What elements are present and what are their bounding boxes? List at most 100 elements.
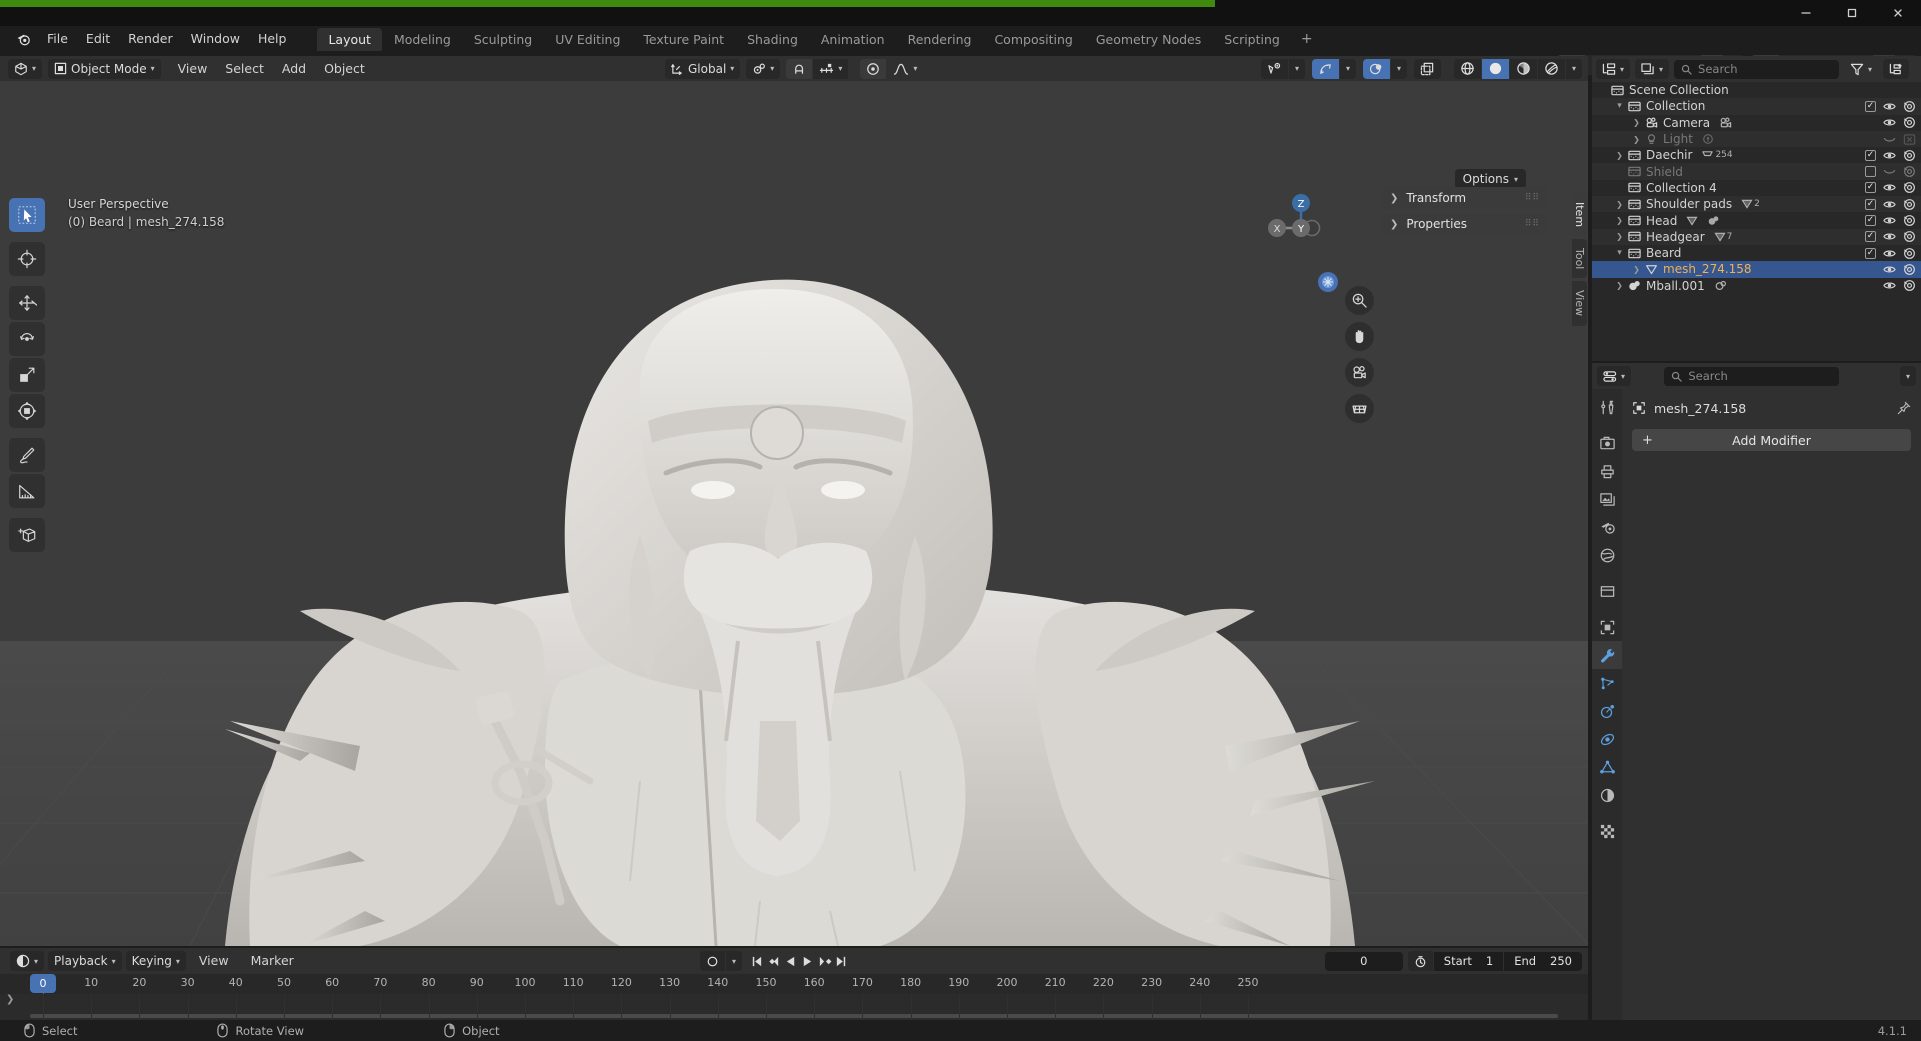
properties-search-input[interactable]: Search bbox=[1664, 366, 1840, 386]
drag-grip-icon-2[interactable]: ⠿⠿ bbox=[1525, 219, 1540, 228]
pivot-point-selector[interactable]: ▾ bbox=[746, 58, 781, 79]
viewport-menu-object[interactable]: Object bbox=[315, 58, 374, 80]
3d-viewport[interactable]: User Perspective (0) Beard | mesh_274.15… bbox=[0, 81, 1588, 946]
outliner-row-mball-001[interactable]: ❯ Mball.001 bbox=[1592, 278, 1921, 294]
pin-icon-properties[interactable] bbox=[1897, 401, 1911, 415]
collection-properties-tab[interactable] bbox=[1592, 577, 1622, 605]
material-preview-shading-icon[interactable] bbox=[1509, 58, 1537, 79]
checkbox-checked[interactable]: ✓ bbox=[1865, 182, 1876, 194]
gizmo-dropdown[interactable]: ▾ bbox=[1288, 58, 1305, 79]
wireframe-shading-icon[interactable] bbox=[1453, 58, 1481, 79]
outliner-row-shoulder-pads[interactable]: ❯ Shoulder pads 2 ✓ bbox=[1592, 196, 1921, 213]
render-visibility-on-icon[interactable] bbox=[1903, 247, 1916, 260]
checkbox-checked[interactable]: ✓ bbox=[1865, 100, 1876, 112]
workspace-tab-shading[interactable]: Shading bbox=[736, 28, 809, 51]
outliner-row-camera[interactable]: ❯ Camera bbox=[1592, 115, 1921, 131]
workspace-tab-rendering[interactable]: Rendering bbox=[897, 28, 983, 51]
eye-closed-icon[interactable] bbox=[1883, 133, 1896, 146]
zoom-nav-icon[interactable] bbox=[1345, 286, 1374, 315]
editor-type-3dview-icon[interactable]: ▾ bbox=[8, 58, 43, 79]
outliner-row-light[interactable]: ❯ Light bbox=[1592, 130, 1921, 148]
chevron-right-icon[interactable]: ❯ bbox=[1613, 200, 1626, 209]
eye-open-icon[interactable] bbox=[1883, 247, 1896, 260]
timeline-ruler[interactable]: 0 10 20 30 40 50 60 70 80 90 100 110 120 130 140 150 160… bbox=[0, 974, 1588, 1020]
timeline-menu-keying[interactable]: Keying ▾ bbox=[125, 951, 186, 971]
timeline-editor-icon[interactable]: ▾ bbox=[10, 951, 45, 971]
outliner-id-icon[interactable]: ▾ bbox=[1635, 59, 1670, 79]
menu-edit[interactable]: Edit bbox=[77, 28, 119, 50]
render-visibility-on-icon[interactable] bbox=[1903, 100, 1916, 113]
texture-properties-tab[interactable] bbox=[1592, 817, 1622, 845]
navigation-gizmo[interactable]: Z Y X bbox=[1264, 191, 1338, 265]
close-button[interactable] bbox=[1875, 0, 1921, 26]
render-visibility-on-icon[interactable] bbox=[1903, 198, 1916, 211]
jump-to-start-icon[interactable] bbox=[748, 951, 765, 971]
timeline-channel-expand-icon[interactable]: ❯ bbox=[6, 994, 14, 1005]
outliner-row-collection-4[interactable]: Collection 4 ✓ bbox=[1592, 180, 1921, 196]
mode-selector[interactable]: Object Mode ▾ bbox=[48, 58, 161, 79]
jump-to-end-icon[interactable] bbox=[833, 951, 850, 971]
viewport-options-button[interactable]: Options ▾ bbox=[1454, 169, 1526, 189]
render-visibility-on-icon[interactable] bbox=[1903, 230, 1916, 243]
eye-closed-icon[interactable] bbox=[1883, 165, 1896, 178]
particles-properties-tab[interactable] bbox=[1592, 669, 1622, 697]
auto-keying-dropdown[interactable]: ▾ bbox=[726, 951, 743, 971]
proportional-editing-icon[interactable] bbox=[860, 58, 887, 79]
sidebar-panel-properties[interactable]: ❯ Properties ⠿⠿ bbox=[1382, 213, 1548, 235]
outliner-row-mesh-274-158[interactable]: ❯ mesh_274.158 bbox=[1592, 261, 1921, 278]
start-frame-field[interactable]: Start 1 bbox=[1433, 951, 1504, 971]
ortho-persp-nav-icon[interactable] bbox=[1318, 272, 1338, 292]
modifier-properties-tab[interactable] bbox=[1592, 641, 1622, 669]
rendered-shading-icon[interactable] bbox=[1537, 58, 1565, 79]
outliner-row-daechir[interactable]: ❯ Daechir 254 ✓ bbox=[1592, 147, 1921, 163]
pan-nav-icon[interactable] bbox=[1345, 322, 1374, 351]
workspace-tab-sculpting[interactable]: Sculpting bbox=[463, 28, 543, 51]
jump-prev-keyframe-icon[interactable] bbox=[765, 951, 782, 971]
viewport-menu-view[interactable]: View bbox=[169, 58, 217, 80]
jump-next-keyframe-icon[interactable] bbox=[816, 951, 833, 971]
scene-properties-tab[interactable] bbox=[1592, 513, 1622, 541]
workspace-tab-modeling[interactable]: Modeling bbox=[383, 28, 462, 51]
chevron-right-icon[interactable]: ❯ bbox=[1613, 216, 1626, 225]
transform-orientation-selector[interactable]: Global ▾ bbox=[665, 58, 741, 79]
render-visibility-on-icon[interactable] bbox=[1903, 279, 1916, 292]
chevron-down-icon[interactable]: ▾ bbox=[1613, 248, 1626, 258]
viewlayer-properties-tab[interactable] bbox=[1592, 485, 1622, 513]
solid-shading-icon[interactable] bbox=[1481, 58, 1509, 79]
move-tool[interactable] bbox=[9, 286, 45, 320]
annotate-tool[interactable] bbox=[9, 438, 45, 472]
sidebar-tab-tool[interactable]: Tool bbox=[1572, 239, 1587, 279]
checkbox-unchecked[interactable] bbox=[1865, 166, 1876, 178]
funnel-filter-icon[interactable]: ▾ bbox=[1844, 59, 1878, 79]
chevron-down-icon[interactable]: ▾ bbox=[1613, 101, 1626, 111]
checkbox-checked[interactable]: ✓ bbox=[1865, 231, 1876, 243]
eye-open-icon[interactable] bbox=[1883, 149, 1896, 162]
menu-help[interactable]: Help bbox=[249, 28, 296, 50]
output-properties-tab[interactable] bbox=[1592, 457, 1622, 485]
timeline-playhead[interactable]: 0 bbox=[30, 974, 56, 993]
workspace-tab-animation[interactable]: Animation bbox=[810, 28, 896, 51]
sidebar-tab-item[interactable]: Item bbox=[1572, 193, 1587, 237]
gizmo-icon[interactable] bbox=[1311, 58, 1339, 79]
xray-toggle-icon[interactable] bbox=[1413, 58, 1441, 79]
outliner-row-head[interactable]: ❯ Head ✓ bbox=[1592, 212, 1921, 228]
viewport-menu-select[interactable]: Select bbox=[216, 58, 273, 80]
render-visibility-on-icon[interactable] bbox=[1903, 116, 1916, 129]
outliner-row-shield[interactable]: Shield bbox=[1592, 163, 1921, 180]
chevron-right-icon[interactable]: ❯ bbox=[1613, 151, 1626, 160]
end-frame-field[interactable]: End 250 bbox=[1504, 951, 1582, 971]
eye-open-icon[interactable] bbox=[1883, 214, 1896, 227]
overlays-dropdown[interactable]: ▾ bbox=[1390, 58, 1407, 79]
workspace-tab-compositing[interactable]: Compositing bbox=[983, 28, 1083, 51]
outliner-display-mode-icon[interactable]: ▾ bbox=[1596, 59, 1631, 79]
eye-open-icon[interactable] bbox=[1883, 198, 1896, 211]
rotate-tool[interactable] bbox=[9, 322, 45, 356]
outliner-row-headgear[interactable]: ❯ Headgear 7 ✓ bbox=[1592, 228, 1921, 245]
sidebar-panel-transform[interactable]: ❯ Transform ⠿⠿ bbox=[1382, 187, 1548, 209]
workspace-tab-scripting[interactable]: Scripting bbox=[1213, 28, 1291, 51]
menu-render[interactable]: Render bbox=[119, 28, 182, 50]
drag-grip-icon[interactable]: ⠿⠿ bbox=[1525, 193, 1540, 202]
maximize-button[interactable] bbox=[1829, 0, 1875, 26]
object-properties-tab[interactable] bbox=[1592, 613, 1622, 641]
gizmo-options-dropdown[interactable]: ▾ bbox=[1339, 58, 1356, 79]
